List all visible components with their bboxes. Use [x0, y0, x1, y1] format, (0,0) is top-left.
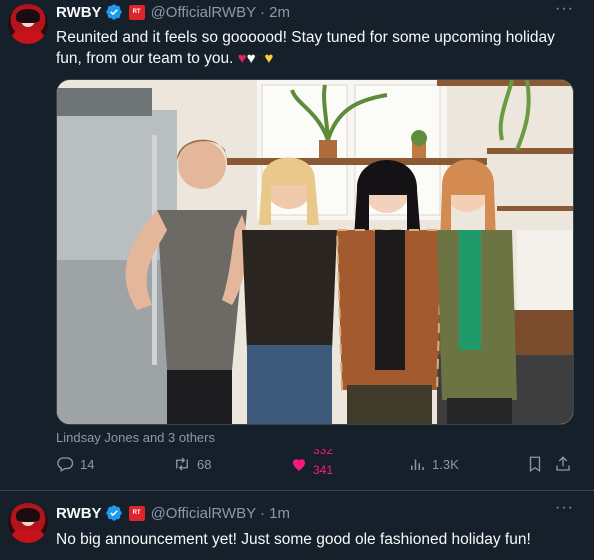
share-button[interactable] — [554, 455, 572, 473]
red-heart-icon: ♥ — [237, 50, 247, 67]
tweet[interactable]: RWBY RT @OfficialRWBY · 2m ··· Reunited … — [0, 0, 594, 490]
affiliate-badge-icon[interactable]: RT — [128, 4, 145, 20]
tweet-actions: 14 68 332 341 1.3K — [56, 449, 576, 479]
reply-icon — [57, 457, 74, 472]
tweet-photo[interactable] — [56, 79, 574, 425]
tweet-header: RWBY RT @OfficialRWBY · 1m — [56, 503, 290, 523]
like-count: 341 — [313, 463, 334, 477]
avatar-hair — [16, 508, 40, 522]
retweet-button[interactable]: 68 — [173, 455, 211, 473]
bookmark-button[interactable] — [526, 455, 544, 473]
author-handle[interactable]: @OfficialRWBY · 2m — [151, 4, 290, 21]
bookmark-icon — [529, 456, 541, 473]
tweet-text: Reunited and it feels so goooood! Stay t… — [56, 29, 555, 67]
more-options-icon[interactable]: ··· — [555, 499, 574, 517]
white-heart-icon: ♥ — [246, 50, 256, 67]
black-heart-icon: ♥ — [255, 50, 265, 67]
views-button[interactable]: 1.3K — [408, 455, 459, 473]
views-chart-icon — [411, 459, 424, 470]
tweet-time[interactable]: 1m — [269, 505, 290, 522]
views-count: 1.3K — [432, 456, 459, 472]
tweet-time[interactable]: 2m — [269, 4, 290, 21]
reply-count: 14 — [80, 456, 95, 472]
avatar[interactable] — [8, 4, 48, 44]
tweet-header: RWBY RT @OfficialRWBY · 2m — [56, 2, 290, 22]
avatar-cape — [12, 30, 44, 44]
author-name[interactable]: RWBY — [56, 505, 102, 522]
more-options-icon[interactable]: ··· — [555, 0, 574, 18]
share-icon — [556, 456, 570, 471]
tagged-people-link[interactable]: Lindsay Jones and 3 others — [56, 430, 215, 445]
verified-badge-icon — [105, 4, 122, 20]
like-count-animation: 332 341 — [313, 449, 343, 479]
group-photo-illustration — [57, 80, 573, 424]
tweet[interactable]: RWBY RT @OfficialRWBY · 1m ··· No big an… — [0, 490, 594, 560]
avatar-hair — [16, 9, 40, 23]
tweet-text: No big announcement yet! Just some good … — [56, 531, 531, 548]
author-handle[interactable]: @OfficialRWBY · 1m — [151, 505, 290, 522]
like-count-previous: 332 — [313, 449, 334, 457]
author-name[interactable]: RWBY — [56, 4, 102, 21]
avatar[interactable] — [8, 503, 48, 543]
retweet-icon — [176, 457, 188, 471]
verified-badge-icon — [105, 505, 122, 521]
liked-heart-icon — [293, 459, 305, 471]
like-button[interactable] — [290, 455, 308, 473]
reply-button[interactable]: 14 — [56, 455, 94, 473]
affiliate-badge-icon[interactable]: RT — [128, 505, 145, 521]
avatar-cape — [12, 529, 44, 543]
yellow-heart-icon: ♥ — [264, 50, 274, 67]
retweet-count: 68 — [197, 456, 212, 472]
